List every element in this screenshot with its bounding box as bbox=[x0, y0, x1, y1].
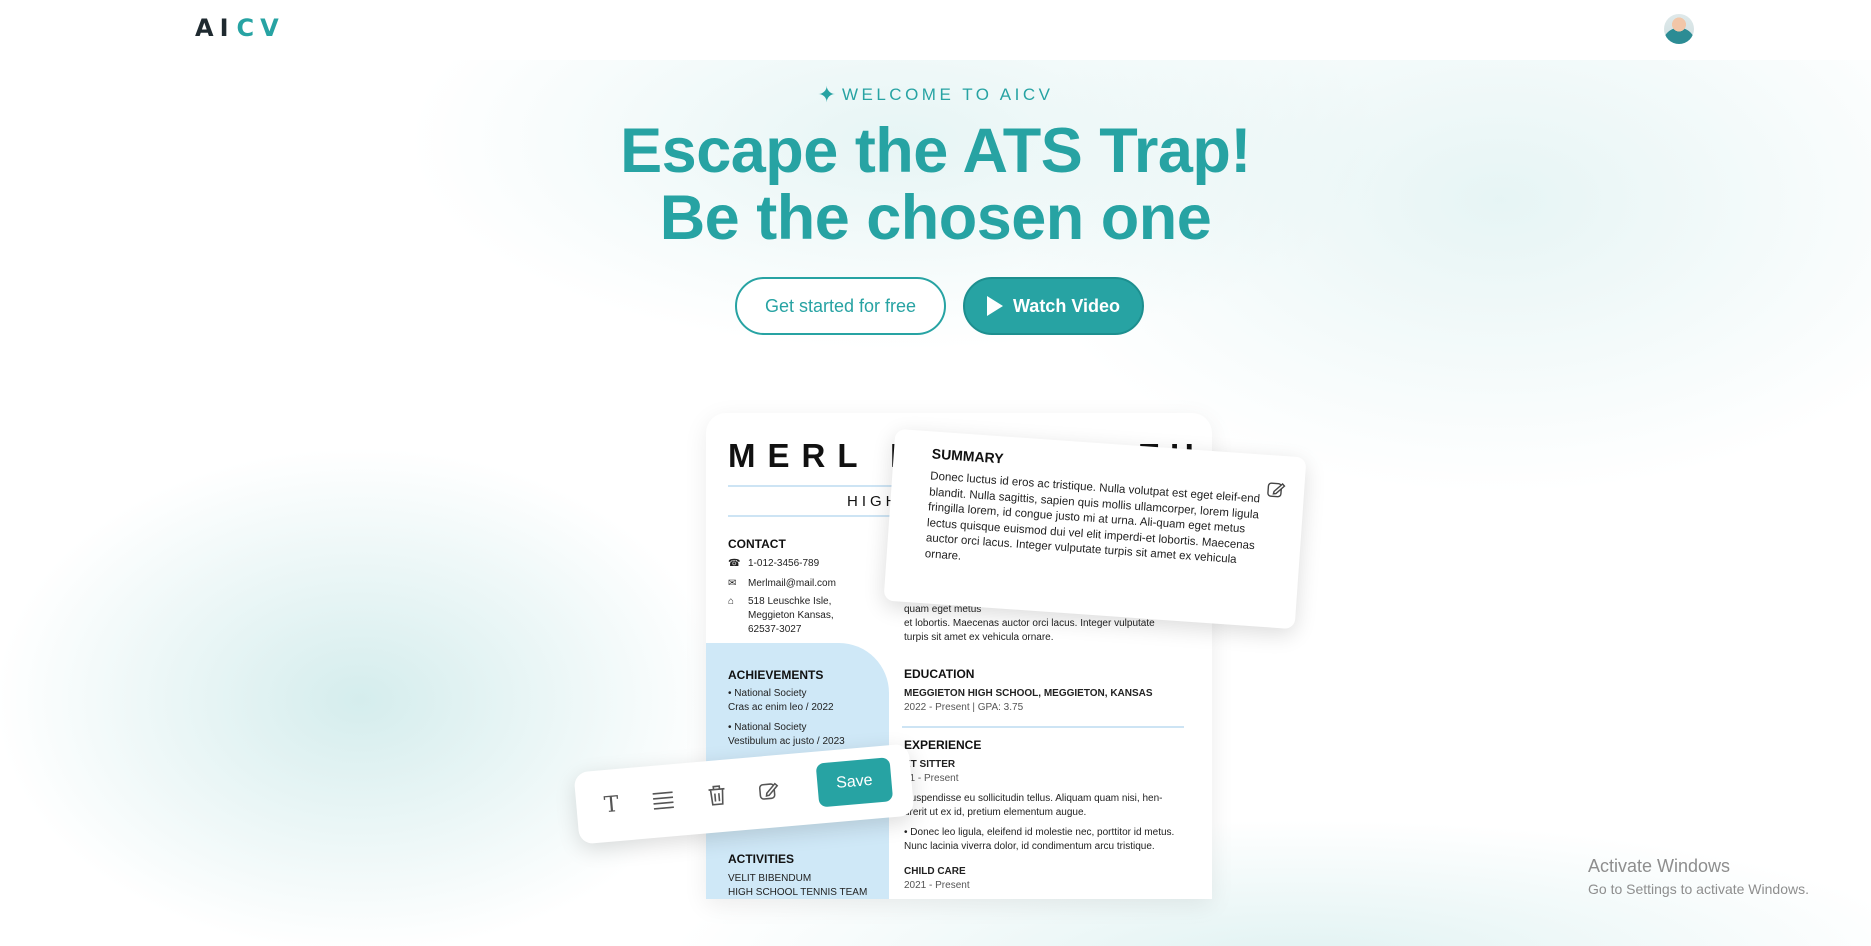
logo-text-teal: CV bbox=[236, 14, 285, 42]
education-heading: EDUCATION bbox=[904, 667, 975, 681]
watch-video-label: Watch Video bbox=[1012, 295, 1120, 316]
edit-icon[interactable] bbox=[1266, 479, 1287, 500]
summary-fragment: et lobortis. Maecenas auctor orci lacus.… bbox=[904, 618, 1155, 629]
welcome-text: WELCOME TO AICV bbox=[841, 85, 1054, 104]
contact-address-2: Meggieton Kansas, bbox=[748, 610, 834, 621]
summary-card[interactable]: SUMMARY Donec luctus id eros ac tristiqu… bbox=[883, 428, 1307, 630]
trash-icon[interactable] bbox=[703, 781, 731, 809]
contact-phone: 1-012-3456-789 bbox=[748, 558, 820, 569]
home-icon: ⌂ bbox=[728, 596, 735, 607]
save-button[interactable]: Save bbox=[815, 757, 894, 808]
watch-video-button[interactable]: Watch Video bbox=[963, 277, 1144, 335]
job-2-date: 2021 - Present bbox=[904, 880, 970, 891]
get-started-button[interactable]: Get started for free bbox=[735, 277, 946, 335]
contact-heading: CONTACT bbox=[728, 537, 786, 551]
job-2-title: CHILD CARE bbox=[904, 866, 966, 877]
job-1-bullet-1a: Suspendisse eu sollicitudin tellus. Aliq… bbox=[904, 793, 1163, 804]
activities-heading: ACTIVITIES bbox=[728, 852, 795, 866]
experience-heading: EXPERIENCE bbox=[904, 738, 982, 752]
job-1-bullet-2b: Nunc lacinia viverra dolor, id condiment… bbox=[904, 841, 1155, 852]
achievement-1-detail: Cras ac enim leo / 2022 bbox=[728, 702, 834, 713]
top-navigation-bar: AI CV bbox=[0, 0, 1871, 60]
headline-line-2: Be the chosen one bbox=[659, 183, 1212, 253]
play-icon bbox=[986, 296, 1003, 316]
sparkle-icon: ✦ bbox=[817, 82, 836, 107]
activity-2: HIGH SCHOOL TENNIS TEAM bbox=[728, 887, 868, 898]
achievement-2-detail: Vestibulum ac justo / 2023 bbox=[728, 736, 845, 747]
summary-body: Donec luctus id eros ac tristique. Nulla… bbox=[924, 470, 1261, 566]
align-icon[interactable] bbox=[649, 786, 677, 814]
edit-icon[interactable] bbox=[755, 777, 783, 805]
welcome-eyebrow: ✦ WELCOME TO AICV bbox=[0, 84, 1871, 106]
job-1-bullet-2a: • Donec leo ligula, eleifend id molestie… bbox=[904, 827, 1175, 838]
windows-activation-title: Activate Windows bbox=[1588, 856, 1731, 876]
logo-text-dark: AI bbox=[195, 14, 235, 42]
achievement-2-title: • National Society bbox=[728, 722, 807, 733]
aicv-logo[interactable]: AI CV bbox=[195, 12, 285, 44]
windows-activation-subtitle: Go to Settings to activate Windows. bbox=[1588, 881, 1809, 897]
achievement-1-title: • National Society bbox=[728, 688, 807, 699]
mail-icon: ✉ bbox=[728, 578, 737, 589]
phone-icon: ☎ bbox=[728, 558, 741, 569]
job-1-title: ET SITTER bbox=[904, 759, 956, 770]
job-1-date: 21 - Present bbox=[904, 773, 959, 784]
resume-divider bbox=[902, 726, 1184, 728]
contact-email: Merlmail@mail.com bbox=[748, 578, 836, 589]
job-1-bullet-1b: drerit ut ex id, pretium elementum augue… bbox=[904, 807, 1087, 818]
contact-address-1: 518 Leuschke Isle, bbox=[748, 596, 832, 607]
activity-1: VELIT BIBENDUM bbox=[728, 873, 812, 884]
school-name: MEGGIETON HIGH SCHOOL, MEGGIETON, KANSAS bbox=[904, 688, 1153, 699]
hero-headline: Escape the ATS Trap! Be the chosen one bbox=[0, 118, 1871, 252]
achievements-heading: ACHIEVEMENTS bbox=[728, 668, 824, 682]
school-meta: 2022 - Present | GPA: 3.75 bbox=[904, 702, 1024, 713]
contact-address-3: 62537-3027 bbox=[748, 624, 802, 635]
headline-line-1: Escape the ATS Trap! bbox=[620, 116, 1251, 186]
user-avatar[interactable] bbox=[1664, 14, 1694, 44]
text-icon[interactable]: T bbox=[597, 791, 625, 819]
summary-fragment: turpis sit amet ex vehicula ornare. bbox=[904, 632, 1054, 643]
